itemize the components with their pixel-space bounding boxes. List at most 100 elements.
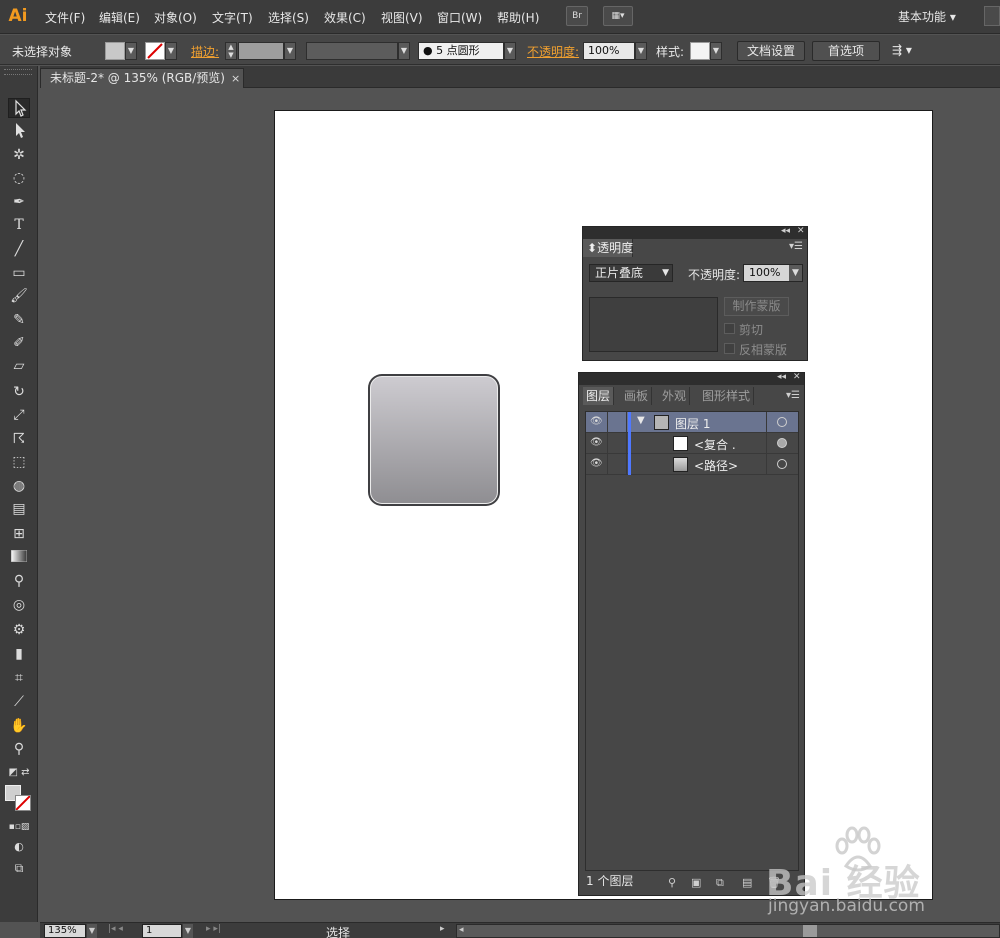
horizontal-scrollbar[interactable]: ◂ [456, 924, 1000, 938]
eye-icon[interactable]: 👁 [590, 417, 603, 427]
screen-mode-icon[interactable]: ⧉ [8, 858, 30, 878]
stroke-dropdown-arrow[interactable]: ▼ [165, 42, 177, 60]
current-tool-status[interactable]: 选择 [326, 924, 350, 938]
lock-toggle[interactable] [607, 433, 627, 454]
panel-menu-icon[interactable]: ▾☰ [789, 241, 803, 252]
stroke-weight-dropdown[interactable]: ▼ [284, 42, 296, 60]
eye-icon[interactable]: 👁 [590, 459, 603, 469]
menu-window[interactable]: 窗口(W) [437, 9, 482, 26]
color-mode-icons[interactable]: ▪▫▨ [8, 817, 30, 837]
eraser-tool-icon[interactable]: ▱ [8, 356, 30, 376]
scale-tool-icon[interactable]: ⤢ [8, 405, 30, 425]
eye-icon[interactable]: 👁 [590, 438, 603, 448]
opacity-field[interactable]: 100% [583, 42, 635, 60]
layer-row[interactable]: 👁 ▼ 图层 1 [586, 412, 798, 433]
clipping-mask-icon[interactable]: ▣ [691, 873, 701, 893]
new-sublayer-icon[interactable]: ⧉ [716, 873, 724, 893]
next-artboard-icon[interactable]: ▸ ▸| [206, 924, 221, 934]
lasso-tool-icon[interactable]: ◌ [8, 168, 30, 188]
menu-effect[interactable]: 效果(C) [324, 9, 366, 26]
artboard-tool-icon[interactable]: ⌗ [8, 668, 30, 688]
close-icon[interactable]: × [231, 70, 240, 88]
panel-title-bar[interactable]: ◂◂ ✕ [579, 372, 804, 385]
make-mask-button[interactable]: 制作蒙版 [724, 297, 789, 316]
stroke-label[interactable]: 描边: [191, 43, 219, 60]
panel-menu-icon[interactable]: ⇶ ▾ [892, 43, 912, 57]
gradient-tool-icon[interactable] [8, 548, 30, 568]
chevron-down-icon[interactable]: ▼ [789, 265, 802, 281]
layer-name[interactable]: <路径> [694, 457, 738, 474]
layer-row[interactable]: 👁 <路径> [586, 454, 798, 475]
brush-definition-field[interactable]: ● 5 点圆形 [418, 42, 504, 60]
menu-type[interactable]: 文字(T) [212, 9, 253, 26]
target-circle[interactable] [766, 433, 798, 454]
document-setup-button[interactable]: 文档设置 [737, 41, 805, 61]
line-tool-icon[interactable]: ╱ [8, 239, 30, 259]
style-dropdown[interactable]: ▼ [710, 42, 722, 60]
panel-menu-icon[interactable]: ▾☰ [786, 390, 800, 401]
collapse-icon[interactable]: ◂◂ [777, 372, 786, 382]
tab-graphic-styles[interactable]: 图形样式 [699, 387, 755, 405]
fill-swatch[interactable] [105, 42, 125, 60]
symbol-sprayer-tool-icon[interactable]: ⚙ [8, 620, 30, 640]
new-layer-icon[interactable]: ▤ [742, 873, 752, 893]
collapse-icon[interactable]: ◂◂ [781, 226, 790, 236]
menu-help[interactable]: 帮助(H) [497, 9, 539, 26]
rotate-tool-icon[interactable]: ↻ [8, 382, 30, 402]
layer-name[interactable]: <复合 . [694, 436, 736, 453]
tab-layers[interactable]: 图层 [583, 387, 615, 405]
lock-toggle[interactable] [607, 412, 627, 433]
menu-object[interactable]: 对象(O) [154, 9, 197, 26]
tab-transparency[interactable]: ⬍透明度 [583, 239, 633, 257]
opacity-dropdown[interactable]: ▼ [635, 42, 647, 60]
menu-view[interactable]: 视图(V) [381, 9, 423, 26]
arrange-documents-button[interactable]: ▦▾ [603, 6, 633, 26]
blob-brush-tool-icon[interactable]: ✐ [8, 333, 30, 353]
type-tool-icon[interactable]: T [8, 215, 30, 235]
menu-select[interactable]: 选择(S) [268, 9, 309, 26]
tab-artboards[interactable]: 画板 [621, 387, 653, 405]
direct-selection-tool-icon[interactable] [8, 121, 30, 141]
rounded-rectangle-shape[interactable] [368, 374, 500, 506]
close-icon[interactable]: ✕ [793, 372, 801, 382]
perspective-grid-tool-icon[interactable]: ▤ [8, 499, 30, 519]
scroll-left-icon[interactable]: ◂ [459, 925, 464, 935]
shape-builder-tool-icon[interactable]: ◍ [8, 476, 30, 496]
profile-dropdown[interactable]: ▼ [398, 42, 410, 60]
panel-title-bar[interactable]: ◂◂ ✕ [583, 226, 807, 239]
expand-triangle-icon[interactable]: ▼ [637, 415, 645, 426]
opacity-label[interactable]: 不透明度: [527, 43, 579, 60]
magic-wand-tool-icon[interactable]: ✲ [8, 145, 30, 165]
pencil-tool-icon[interactable]: ✎ [8, 310, 30, 330]
opacity-input[interactable]: 100% ▼ [743, 264, 803, 282]
free-transform-tool-icon[interactable]: ⬚ [8, 452, 30, 472]
search-icon[interactable] [984, 6, 1000, 26]
graphic-style-swatch[interactable] [690, 42, 710, 60]
preferences-button[interactable]: 首选项 [812, 41, 880, 61]
tab-appearance[interactable]: 外观 [659, 387, 691, 405]
eyedropper-tool-icon[interactable]: ⚲ [8, 571, 30, 591]
workspace-switcher[interactable]: 基本功能 ▾ [898, 8, 956, 25]
menu-file[interactable]: 文件(F) [45, 9, 85, 26]
invert-mask-checkbox[interactable] [724, 343, 735, 354]
rectangle-tool-icon[interactable]: ▭ [8, 263, 30, 283]
artboard-number-field[interactable]: 1 [142, 924, 182, 938]
column-graph-tool-icon[interactable]: ▮ [8, 644, 30, 664]
status-menu-arrow[interactable]: ▸ [440, 924, 445, 934]
target-circle[interactable] [766, 454, 798, 475]
slice-tool-icon[interactable]: ⟋ [8, 692, 30, 712]
layer-name[interactable]: 图层 1 [675, 415, 710, 432]
variable-width-profile[interactable] [306, 42, 398, 60]
brush-dropdown[interactable]: ▼ [504, 42, 516, 60]
pen-tool-icon[interactable]: ✒ [8, 192, 30, 212]
menu-edit[interactable]: 编辑(E) [99, 9, 140, 26]
locate-object-icon[interactable]: ⚲ [668, 873, 676, 893]
target-circle[interactable] [766, 412, 798, 433]
swap-fill-stroke-icon[interactable]: ◩ ⇄ [8, 763, 30, 783]
clip-checkbox[interactable] [724, 323, 735, 334]
mesh-tool-icon[interactable]: ⊞ [8, 524, 30, 544]
close-icon[interactable]: ✕ [797, 226, 805, 236]
stroke-weight-field[interactable] [238, 42, 284, 60]
scroll-thumb[interactable] [803, 925, 817, 937]
zoom-tool-icon[interactable]: ⚲ [8, 739, 30, 759]
